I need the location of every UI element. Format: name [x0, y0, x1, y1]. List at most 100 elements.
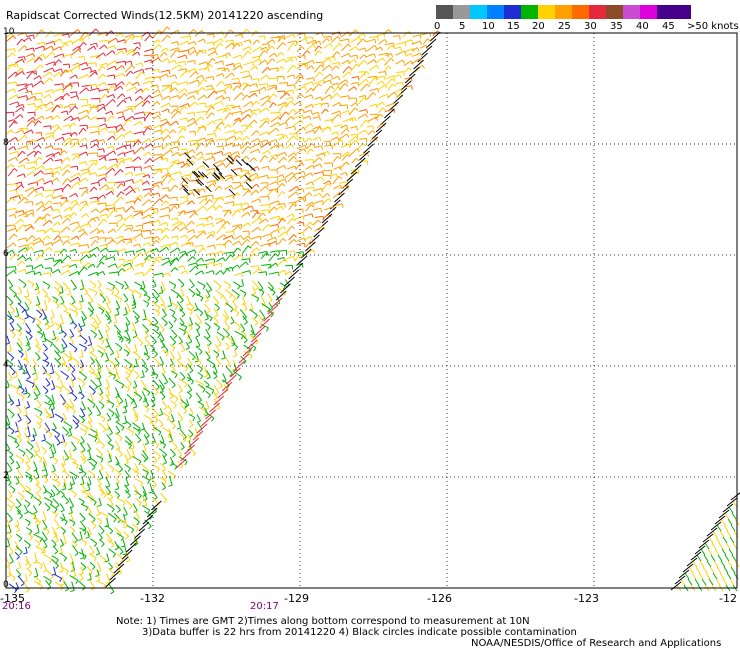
wind-barb-flag — [140, 233, 144, 238]
wind-barb-flag — [123, 207, 125, 212]
wind-barb-flag — [336, 51, 341, 55]
wind-barb — [279, 121, 287, 126]
wind-barb — [727, 560, 733, 568]
wind-barb-flag — [174, 161, 179, 166]
wind-barb-flag — [44, 348, 48, 352]
wind-barb-flag — [11, 319, 15, 324]
wind-barb-flag — [333, 56, 336, 61]
wind-barb — [69, 192, 77, 198]
wind-barb — [35, 567, 39, 577]
wind-barb — [206, 112, 213, 120]
wind-barb — [108, 158, 117, 161]
wind-barb — [7, 372, 13, 379]
wind-barb-flag — [192, 242, 194, 247]
wind-barb — [116, 111, 123, 115]
time-label: 20:16 — [2, 601, 31, 612]
wind-barb-flag — [85, 151, 89, 156]
wind-barb-flag — [123, 223, 128, 227]
wind-barb — [277, 238, 284, 245]
wind-barb-flag — [94, 462, 98, 467]
wind-barb-flag — [174, 87, 179, 92]
wind-barb — [60, 110, 68, 114]
wind-barb — [225, 231, 234, 233]
wind-barb-flag — [384, 76, 386, 81]
wind-barb-flag — [264, 35, 266, 40]
wind-barb-flag — [364, 113, 368, 118]
wind-barb-flag — [180, 465, 184, 469]
wind-barb — [79, 427, 87, 433]
wind-barb — [87, 398, 96, 405]
wind-barb — [207, 47, 215, 51]
wind-barb — [189, 101, 196, 108]
wind-barb-flag — [74, 552, 79, 556]
wind-barb-flag — [356, 134, 359, 139]
wind-barb-flag — [317, 219, 322, 224]
wind-barb-flag — [134, 86, 138, 91]
wind-barb — [96, 229, 103, 235]
wind-barb-flag — [154, 414, 159, 418]
wind-barb-flag — [319, 193, 322, 198]
wind-barb — [215, 95, 223, 100]
wind-barb-flag — [17, 411, 22, 415]
wind-barb-flag — [141, 62, 144, 68]
wind-barb — [133, 131, 144, 135]
wind-barb-flag — [232, 355, 237, 358]
wind-barb-flag — [120, 196, 125, 201]
wind-barb — [223, 124, 229, 129]
wind-barb — [69, 103, 76, 105]
wind-barb — [15, 218, 22, 225]
wind-barb-flag — [9, 561, 14, 564]
wind-barb — [6, 380, 10, 388]
wind-barb — [141, 199, 150, 207]
wind-barb-flag — [184, 461, 188, 466]
wind-barb-flag — [33, 511, 38, 515]
wind-barb — [126, 303, 131, 312]
wind-barb — [249, 308, 258, 316]
wind-barb-flag — [60, 350, 65, 353]
wind-barb — [116, 217, 124, 224]
wind-barb-flag — [156, 184, 160, 189]
wind-barb — [203, 380, 210, 386]
wind-barb-flag — [85, 427, 89, 432]
wind-barb — [80, 503, 88, 508]
wind-barb-flag — [162, 487, 166, 491]
wind-barb — [32, 359, 37, 366]
wind-barb-flag — [173, 335, 178, 339]
wind-barb — [178, 336, 183, 343]
wind-barb-flag — [112, 167, 116, 172]
wind-barb — [8, 303, 15, 312]
wind-barb — [394, 46, 401, 49]
wind-barb-flag — [65, 43, 69, 47]
wind-barb-flag — [192, 149, 196, 154]
wind-barb-flag — [9, 302, 14, 306]
wind-barb — [333, 184, 341, 190]
wind-barb-flag — [128, 119, 132, 123]
wind-barb-flag — [82, 460, 87, 465]
wind-barb-flag — [84, 340, 88, 345]
wind-barb-flag — [32, 209, 35, 214]
wind-barb-flag — [253, 347, 257, 352]
wind-barb — [81, 548, 85, 558]
wind-barb — [105, 378, 110, 388]
wind-barb — [44, 242, 52, 246]
wind-barb — [152, 89, 159, 94]
wind-barb-flag — [217, 344, 222, 347]
wind-barb-flag — [172, 347, 176, 352]
wind-barb-flag — [166, 227, 170, 232]
wind-barb-flag — [219, 385, 223, 389]
wind-barb — [386, 75, 394, 80]
wind-barb — [123, 96, 131, 100]
wind-barb — [79, 512, 86, 520]
wind-barb-flag — [73, 325, 78, 329]
wind-barb-flag — [90, 350, 95, 354]
wind-barb — [7, 52, 13, 58]
wind-barb — [35, 469, 40, 478]
wind-barb-flag — [158, 89, 161, 94]
wind-barb-flag — [85, 144, 88, 150]
wind-barb-flag — [102, 271, 106, 276]
wind-barb — [43, 575, 52, 582]
wind-barb-flag — [302, 197, 306, 203]
wind-barb — [196, 364, 203, 369]
wind-barb — [45, 40, 54, 45]
wind-barb-flag — [283, 269, 287, 274]
